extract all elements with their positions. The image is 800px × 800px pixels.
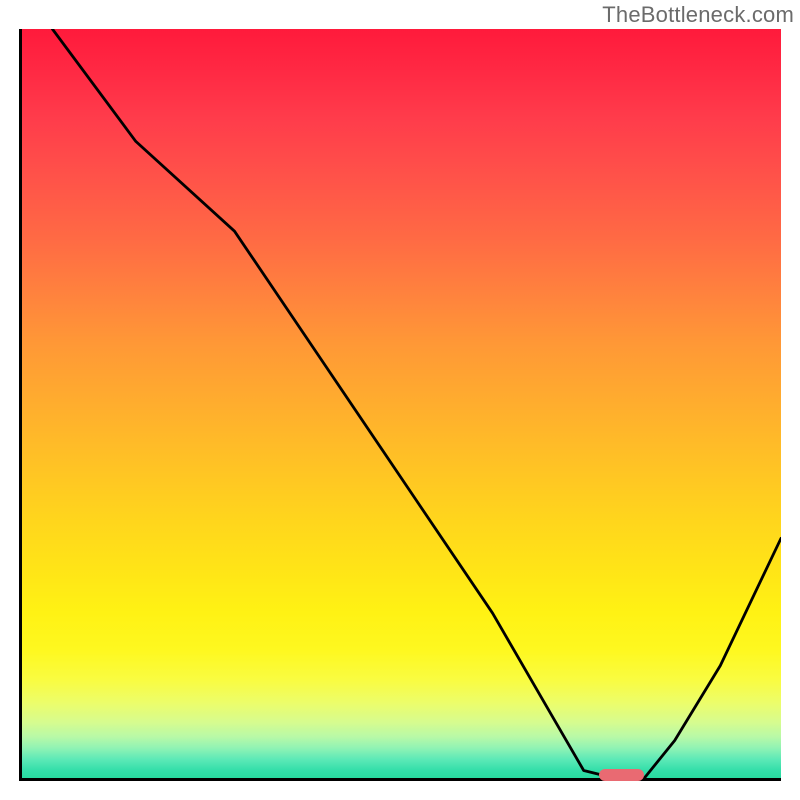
plot-area — [19, 29, 781, 781]
curve-path — [52, 29, 781, 778]
chart-container: TheBottleneck.com — [0, 0, 800, 800]
watermark-text: TheBottleneck.com — [602, 2, 794, 28]
bottleneck-curve — [22, 29, 781, 778]
optimal-range-marker — [599, 769, 645, 781]
